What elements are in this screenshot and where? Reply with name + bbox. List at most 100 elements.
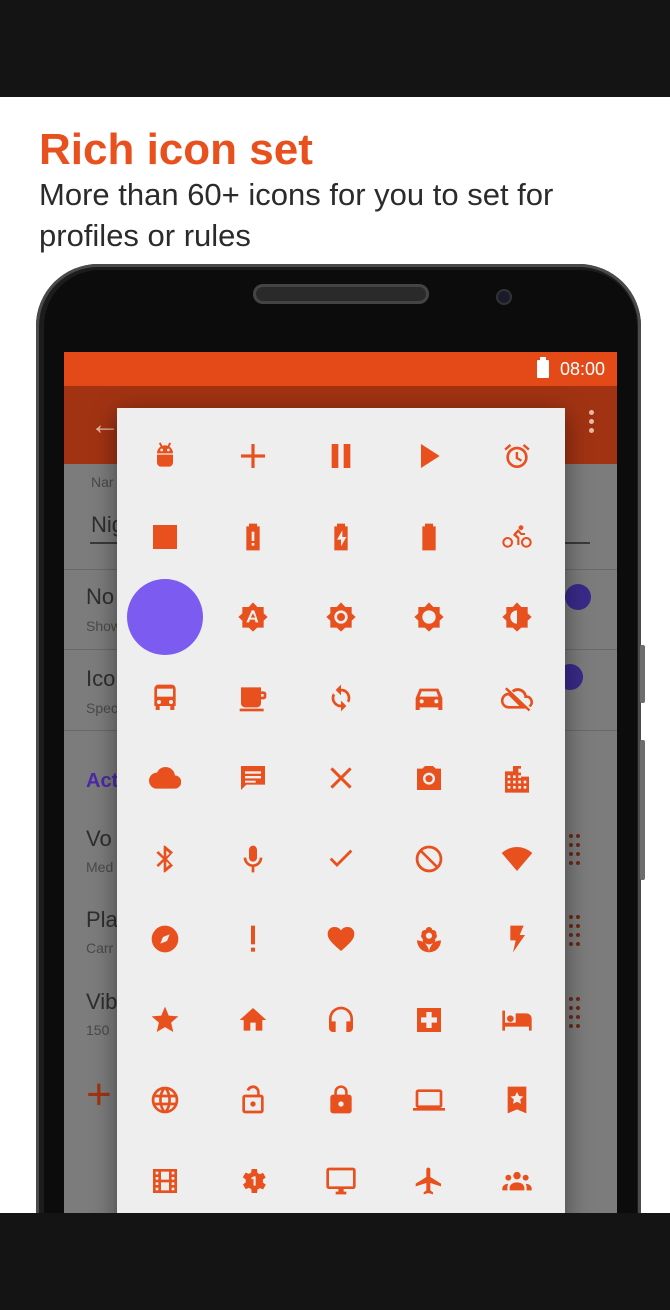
icon-option-flower[interactable]	[385, 899, 473, 979]
status-time: 08:00	[559, 359, 605, 379]
car-icon	[415, 688, 443, 710]
action-volume-title[interactable]: Vo	[86, 826, 112, 852]
drag-handle-icon[interactable]	[569, 997, 583, 1028]
movie-icon	[153, 1168, 177, 1193]
icon-option-flash[interactable]	[473, 899, 561, 979]
icon-option-battery-alert[interactable]	[209, 497, 297, 577]
icon-option-compass[interactable]	[121, 899, 209, 979]
icon-option-check[interactable]	[297, 819, 385, 899]
sync-icon	[331, 684, 351, 711]
heart-icon	[327, 926, 355, 951]
icon-option-pause[interactable]	[297, 416, 385, 496]
close-icon	[330, 767, 352, 789]
airplane-icon	[415, 1167, 441, 1194]
icon-option-bus[interactable]	[121, 658, 209, 738]
icon-option-heart[interactable]	[297, 899, 385, 979]
notification-toggle[interactable]	[565, 584, 591, 610]
action-vibrate-title[interactable]: Vib	[86, 989, 117, 1015]
alarm-icon	[504, 444, 530, 468]
brightness-auto-icon	[238, 602, 268, 632]
icon-option-bluetooth[interactable]	[121, 819, 209, 899]
bike-icon	[502, 524, 532, 548]
icon-option-chat[interactable]	[209, 738, 297, 818]
icon-option-home[interactable]	[209, 980, 297, 1060]
notification-row-subtitle: Show	[86, 618, 122, 634]
icon-option-brightness-auto[interactable]	[209, 577, 297, 657]
icon-option-mic[interactable]	[209, 819, 297, 899]
notification-row-title[interactable]: No	[86, 584, 114, 610]
phone-speaker	[253, 284, 429, 304]
icon-option-headphones[interactable]	[297, 980, 385, 1060]
icon-option-airplane[interactable]	[385, 1141, 473, 1221]
battery-charging-icon	[334, 523, 348, 550]
icon-option-battery-full[interactable]	[385, 497, 473, 577]
check-icon	[329, 849, 353, 867]
star-icon	[151, 1006, 179, 1032]
icon-option-alarm[interactable]	[473, 416, 561, 496]
icon-option-car[interactable]	[385, 658, 473, 738]
lock-icon	[330, 1085, 352, 1114]
back-arrow-icon[interactable]: ←	[90, 408, 120, 442]
icon-option-moon[interactable]	[121, 577, 209, 657]
bookmark-star-icon	[507, 1086, 527, 1114]
icon-option-bike[interactable]	[473, 497, 561, 577]
icon-option-sync[interactable]	[297, 658, 385, 738]
action-play-subtitle: Carr	[86, 940, 114, 956]
camera-icon	[417, 766, 441, 790]
icon-option-android[interactable]	[121, 416, 209, 496]
drag-handle-icon[interactable]	[569, 915, 583, 946]
battery-alert-icon	[246, 523, 260, 550]
icon-option-wifi[interactable]	[473, 819, 561, 899]
icon-option-cloud[interactable]	[121, 738, 209, 818]
play-icon	[421, 444, 440, 468]
icon-option-camera[interactable]	[385, 738, 473, 818]
phone-volume-button	[640, 645, 645, 703]
icon-option-exclamation[interactable]	[209, 899, 297, 979]
icon-option-brightness-high[interactable]	[297, 577, 385, 657]
icon-row-subtitle: Spec	[86, 700, 118, 716]
bottom-black-bar	[0, 1213, 670, 1310]
icon-option-unlock[interactable]	[209, 1060, 297, 1140]
icon-option-settings-one[interactable]	[209, 1141, 297, 1221]
icon-option-plus[interactable]	[209, 416, 297, 496]
icon-option-movie[interactable]	[121, 1141, 209, 1221]
icon-option-brightness-medium[interactable]	[385, 577, 473, 657]
icon-option-play[interactable]	[385, 416, 473, 496]
action-play-title[interactable]: Pla	[86, 907, 118, 933]
cloud-off-icon	[501, 686, 533, 711]
icon-option-globe[interactable]	[121, 1060, 209, 1140]
icon-picker-dialog	[117, 408, 565, 1238]
compass-icon	[151, 925, 179, 953]
android-icon	[157, 442, 173, 467]
icon-row-title[interactable]: Ico	[86, 666, 115, 692]
icon-option-hotel-bed[interactable]	[473, 980, 561, 1060]
icon-option-desktop[interactable]	[297, 1141, 385, 1221]
icon-option-brightness-half[interactable]	[473, 577, 561, 657]
icon-option-cafe[interactable]	[209, 658, 297, 738]
home-icon	[239, 1007, 267, 1031]
headphones-icon	[329, 1006, 353, 1032]
icon-option-bookmark-star[interactable]	[473, 1060, 561, 1140]
icon-option-star[interactable]	[121, 980, 209, 1060]
cafe-icon	[239, 686, 267, 711]
phone-power-button	[640, 740, 645, 880]
add-action-button[interactable]: +	[86, 1070, 112, 1120]
icon-option-group[interactable]	[473, 1141, 561, 1221]
icon-option-lock[interactable]	[297, 1060, 385, 1140]
overflow-menu-icon[interactable]	[589, 410, 595, 436]
icon-option-block[interactable]	[385, 819, 473, 899]
wifi-icon	[501, 846, 533, 871]
promo-title: Rich icon set	[39, 125, 313, 174]
unlock-icon	[242, 1085, 264, 1114]
icon-option-city[interactable]	[473, 738, 561, 818]
icon-option-hospital[interactable]	[385, 980, 473, 1060]
icon-option-stop[interactable]	[121, 497, 209, 577]
icon-option-laptop[interactable]	[385, 1060, 473, 1140]
icon-option-battery-charging[interactable]	[297, 497, 385, 577]
hospital-icon	[417, 1007, 441, 1032]
drag-handle-icon[interactable]	[569, 834, 583, 865]
icon-option-cloud-off[interactable]	[473, 658, 561, 738]
stop-icon	[153, 524, 177, 549]
icon-option-close[interactable]	[297, 738, 385, 818]
settings-one-icon	[242, 1168, 266, 1193]
